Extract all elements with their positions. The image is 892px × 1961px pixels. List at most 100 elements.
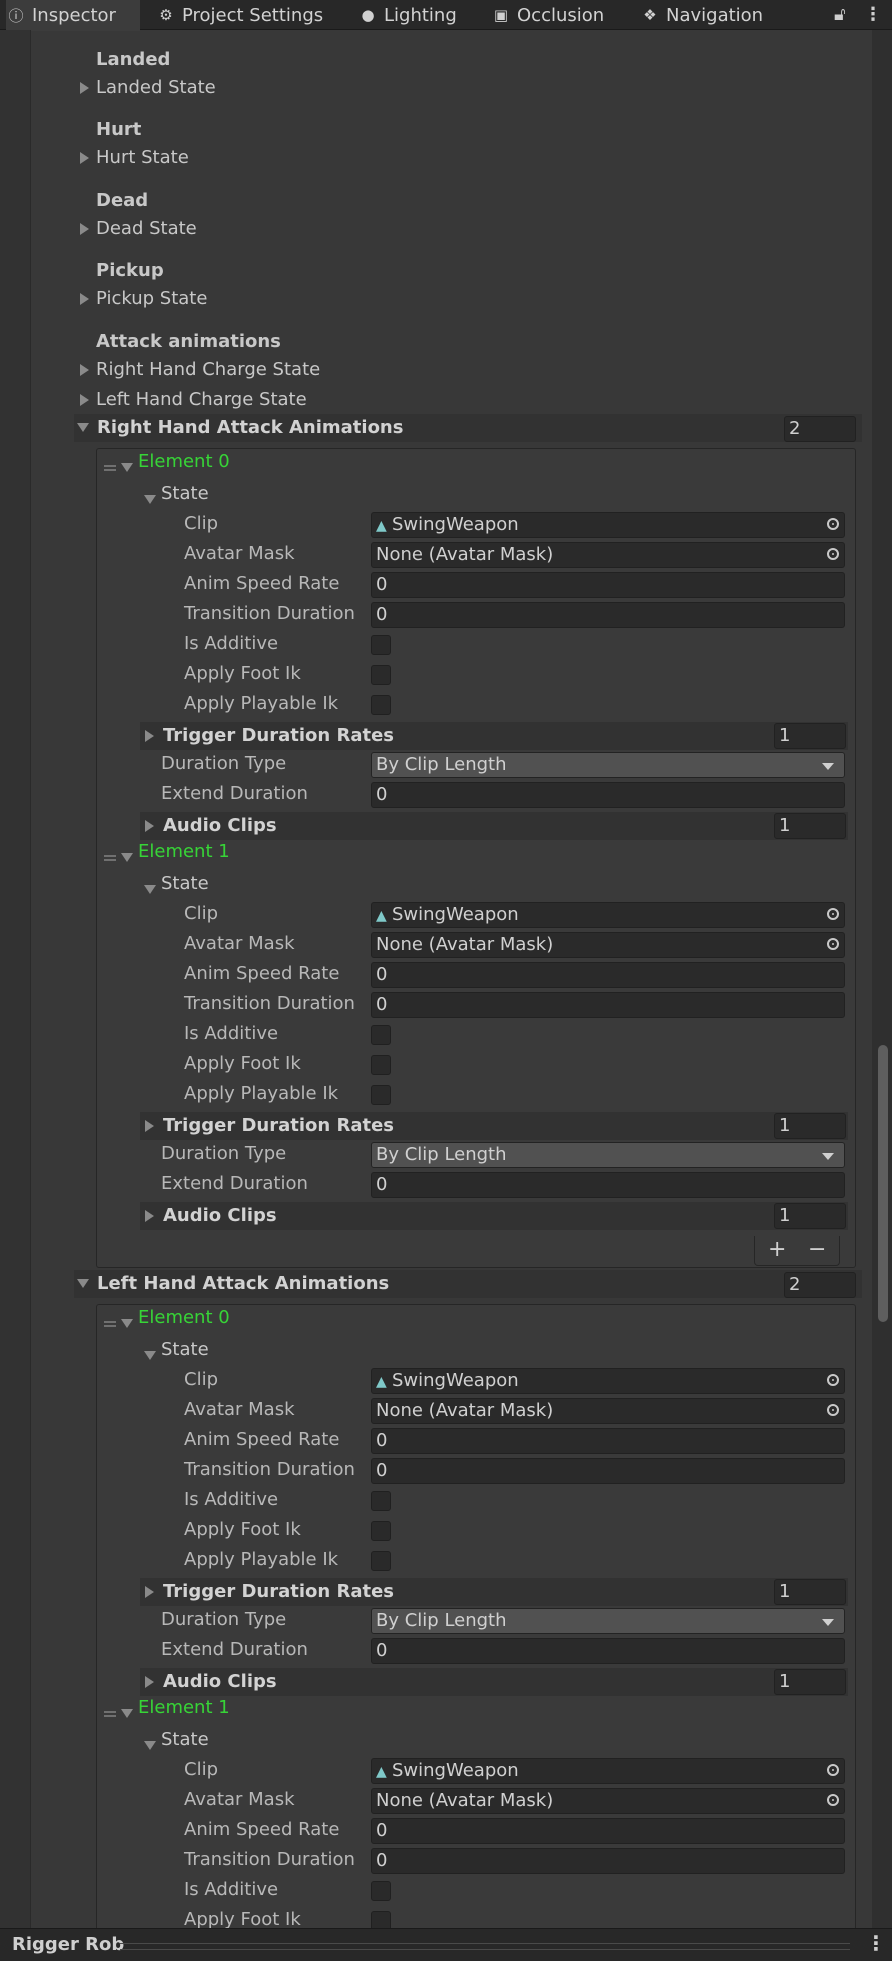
clip-field[interactable]: ▲ SwingWeapon	[371, 902, 845, 928]
right-hand-list-count[interactable]: 2	[784, 416, 856, 442]
foldout-dead-state[interactable]: Dead State	[96, 218, 197, 240]
audio-clips-label[interactable]: Audio Clips	[163, 815, 277, 837]
trigger-duration-rates-count[interactable]: 1	[774, 1113, 846, 1139]
preview-title[interactable]: Rigger Rob	[12, 1934, 124, 1956]
foldout-hurt-state[interactable]: Hurt State	[96, 147, 189, 169]
clip-field[interactable]: ▲ SwingWeapon	[371, 1758, 845, 1784]
foldout-right-hand-charge-state[interactable]: Right Hand Charge State	[96, 359, 320, 381]
object-picker-icon[interactable]	[827, 938, 839, 950]
apply-foot-ik-checkbox[interactable]	[371, 665, 391, 685]
drag-handle-icon[interactable]	[104, 1321, 116, 1327]
foldout-arrow-icon[interactable]	[80, 293, 89, 305]
transition-duration-input[interactable]: 0	[371, 1458, 845, 1484]
more-options-icon[interactable]: ⋮	[864, 4, 882, 25]
audio-clips-label[interactable]: Audio Clips	[163, 1671, 277, 1693]
right-hand-list-title[interactable]: Right Hand Attack Animations	[97, 417, 403, 439]
is-additive-checkbox[interactable]	[371, 635, 391, 655]
audio-clips-count[interactable]: 1	[774, 1203, 846, 1229]
vertical-scrollbar[interactable]	[872, 30, 892, 1928]
anim-speed-rate-input[interactable]: 0	[371, 962, 845, 988]
avatar-mask-field[interactable]: None (Avatar Mask)	[371, 932, 845, 958]
foldout-arrow-icon[interactable]	[121, 1709, 133, 1718]
foldout-arrow-icon[interactable]	[121, 1319, 133, 1328]
foldout-arrow-icon[interactable]	[145, 1210, 154, 1222]
foldout-arrow-icon[interactable]	[80, 394, 89, 406]
foldout-arrow-icon[interactable]	[145, 1676, 154, 1688]
foldout-arrow-icon[interactable]	[145, 1586, 154, 1598]
foldout-arrow-icon[interactable]	[121, 463, 133, 472]
foldout-arrow-icon[interactable]	[80, 152, 89, 164]
clip-field[interactable]: ▲ SwingWeapon	[371, 1368, 845, 1394]
apply-playable-ik-checkbox[interactable]	[371, 1085, 391, 1105]
foldout-arrow-icon[interactable]	[145, 730, 154, 742]
foldout-left-hand-charge-state[interactable]: Left Hand Charge State	[96, 389, 307, 411]
extend-duration-input[interactable]: 0	[371, 1172, 845, 1198]
resize-handle[interactable]	[120, 1943, 850, 1950]
apply-playable-ik-checkbox[interactable]	[371, 695, 391, 715]
tab-lighting[interactable]: ● Lighting	[358, 0, 456, 30]
trigger-duration-rates-label[interactable]: Trigger Duration Rates	[163, 725, 394, 747]
avatar-mask-field[interactable]: None (Avatar Mask)	[371, 1788, 845, 1814]
is-additive-checkbox[interactable]	[371, 1881, 391, 1901]
lock-icon[interactable]: 🔓︎	[834, 4, 846, 25]
drag-handle-icon[interactable]	[104, 1711, 116, 1717]
object-picker-icon[interactable]	[827, 908, 839, 920]
object-picker-icon[interactable]	[827, 1794, 839, 1806]
tab-navigation[interactable]: ❖ Navigation	[640, 0, 763, 30]
element-title[interactable]: Element 1	[138, 1697, 230, 1719]
foldout-pickup-state[interactable]: Pickup State	[96, 288, 207, 310]
drag-handle-icon[interactable]	[104, 465, 116, 471]
remove-element-button[interactable]: −	[808, 1237, 826, 1263]
foldout-arrow-icon[interactable]	[145, 1120, 154, 1132]
foldout-landed-state[interactable]: Landed State	[96, 77, 216, 99]
extend-duration-input[interactable]: 0	[371, 782, 845, 808]
trigger-duration-rates-count[interactable]: 1	[774, 723, 846, 749]
object-picker-icon[interactable]	[827, 518, 839, 530]
transition-duration-input[interactable]: 0	[371, 602, 845, 628]
tab-inspector[interactable]: ⓘ Inspector	[6, 0, 140, 31]
left-hand-list-title[interactable]: Left Hand Attack Animations	[97, 1273, 389, 1295]
foldout-arrow-icon[interactable]	[80, 223, 89, 235]
apply-foot-ik-checkbox[interactable]	[371, 1911, 391, 1928]
foldout-arrow-icon[interactable]	[144, 1741, 156, 1750]
foldout-arrow-icon[interactable]	[80, 82, 89, 94]
object-picker-icon[interactable]	[827, 1374, 839, 1386]
element-title[interactable]: Element 1	[138, 841, 230, 863]
audio-clips-label[interactable]: Audio Clips	[163, 1205, 277, 1227]
foldout-arrow-icon[interactable]	[80, 364, 89, 376]
avatar-mask-field[interactable]: None (Avatar Mask)	[371, 542, 845, 568]
state-foldout[interactable]: State	[161, 1339, 209, 1361]
apply-playable-ik-checkbox[interactable]	[371, 1551, 391, 1571]
foldout-arrow-icon[interactable]	[144, 1351, 156, 1360]
tab-occlusion[interactable]: ▣ Occlusion	[491, 0, 604, 30]
transition-duration-input[interactable]: 0	[371, 1848, 845, 1874]
object-picker-icon[interactable]	[827, 1404, 839, 1416]
apply-foot-ik-checkbox[interactable]	[371, 1055, 391, 1075]
trigger-duration-rates-count[interactable]: 1	[774, 1579, 846, 1605]
is-additive-checkbox[interactable]	[371, 1491, 391, 1511]
trigger-duration-rates-label[interactable]: Trigger Duration Rates	[163, 1115, 394, 1137]
audio-clips-count[interactable]: 1	[774, 813, 846, 839]
object-picker-icon[interactable]	[827, 1764, 839, 1776]
foldout-arrow-icon[interactable]	[121, 853, 133, 862]
state-foldout[interactable]: State	[161, 1729, 209, 1751]
add-element-button[interactable]: +	[768, 1237, 786, 1263]
foldout-arrow-icon[interactable]	[77, 423, 89, 432]
avatar-mask-field[interactable]: None (Avatar Mask)	[371, 1398, 845, 1424]
anim-speed-rate-input[interactable]: 0	[371, 1818, 845, 1844]
trigger-duration-rates-label[interactable]: Trigger Duration Rates	[163, 1581, 394, 1603]
foldout-arrow-icon[interactable]	[145, 820, 154, 832]
state-foldout[interactable]: State	[161, 483, 209, 505]
clip-field[interactable]: ▲ SwingWeapon	[371, 512, 845, 538]
anim-speed-rate-input[interactable]: 0	[371, 572, 845, 598]
more-options-icon[interactable]: ⋮	[866, 1931, 886, 1955]
foldout-arrow-icon[interactable]	[144, 885, 156, 894]
tab-project-settings[interactable]: ⚙ Project Settings	[156, 0, 323, 30]
anim-speed-rate-input[interactable]: 0	[371, 1428, 845, 1454]
foldout-arrow-icon[interactable]	[77, 1279, 89, 1288]
duration-type-dropdown[interactable]: By Clip Length	[371, 1142, 845, 1168]
duration-type-dropdown[interactable]: By Clip Length	[371, 1608, 845, 1634]
duration-type-dropdown[interactable]: By Clip Length	[371, 752, 845, 778]
foldout-arrow-icon[interactable]	[144, 495, 156, 504]
apply-foot-ik-checkbox[interactable]	[371, 1521, 391, 1541]
